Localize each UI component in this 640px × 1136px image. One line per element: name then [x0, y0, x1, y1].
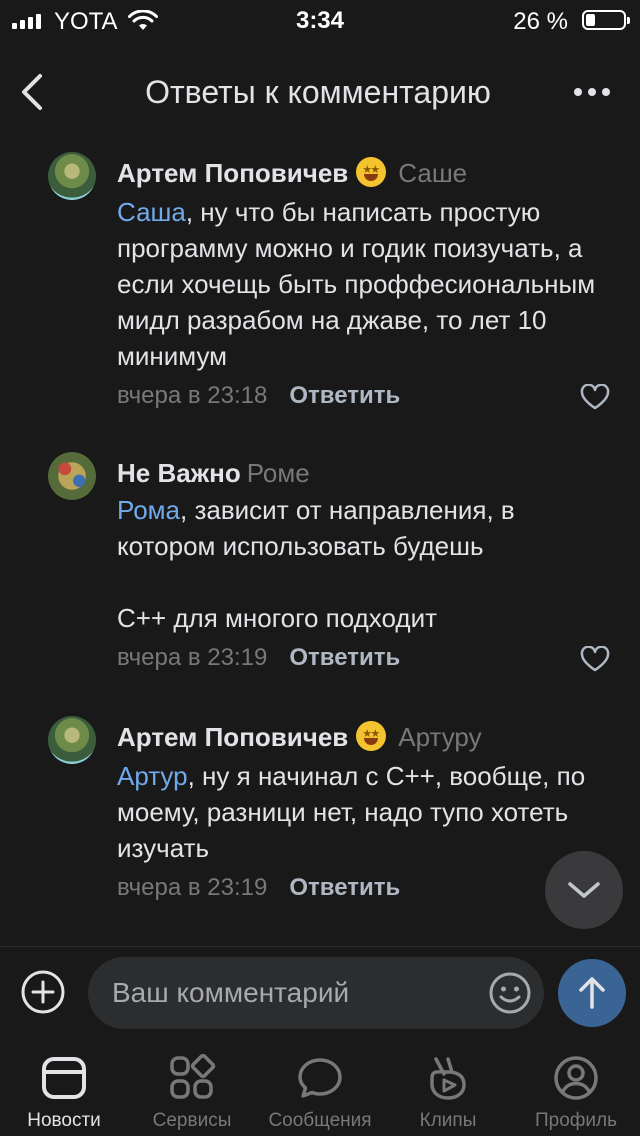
news-icon: [42, 1057, 86, 1099]
reply-button[interactable]: Ответить: [289, 382, 400, 409]
author-name[interactable]: Не Важно: [117, 458, 241, 488]
comment-input-wrapper: [88, 957, 544, 1029]
page-title: Ответы к комментарию: [145, 74, 491, 110]
tab-services[interactable]: Сервисы: [128, 1040, 256, 1136]
emoji-status-icon: [356, 157, 387, 187]
avatar[interactable]: [48, 716, 96, 764]
like-icon[interactable]: [580, 646, 610, 672]
tab-label: Сообщения: [268, 1110, 372, 1131]
arrow-up-icon: [579, 977, 605, 1009]
comment-meta: вчера в 23:19 Ответить: [117, 874, 400, 902]
tab-label: Клипы: [419, 1110, 477, 1131]
tab-messages[interactable]: Сообщения: [256, 1040, 384, 1136]
reply-to: Артуру: [398, 722, 482, 752]
mention-link[interactable]: Артур: [117, 761, 188, 791]
comment-text: Рома, зависит от направления, в котором …: [117, 495, 515, 561]
comment-meta: вчера в 23:18 Ответить: [117, 382, 400, 410]
comment-text-paragraph: С++ для многого подходит: [117, 603, 438, 633]
battery-icon: [582, 10, 630, 30]
reply-to: Роме: [246, 458, 310, 488]
comment-header: Не Важно Роме: [117, 458, 310, 489]
reply-to: Саше: [398, 158, 468, 188]
clips-icon: [430, 1057, 466, 1100]
comment-meta: вчера в 23:19 Ответить: [117, 644, 400, 672]
comment-date: вчера в 23:19: [117, 644, 268, 671]
avatar[interactable]: [48, 452, 96, 500]
profile-icon: [554, 1056, 598, 1100]
battery-level: [586, 14, 595, 26]
more-options-icon[interactable]: [574, 88, 610, 96]
like-icon[interactable]: [580, 384, 610, 410]
comment-text: Артур, ну я начинал с С++, вообще, по мо…: [117, 761, 586, 863]
tab-label: Профиль: [534, 1110, 618, 1131]
tab-profile[interactable]: Профиль: [512, 1040, 640, 1136]
emoji-icon[interactable]: [488, 971, 532, 1015]
tab-label: Новости: [27, 1110, 101, 1131]
mention-link[interactable]: Рома: [117, 495, 180, 525]
comment-header: Артем Поповичев Артуру: [117, 721, 482, 753]
avatar[interactable]: [48, 152, 96, 200]
messages-icon: [298, 1058, 342, 1098]
tab-news[interactable]: Новости: [0, 1040, 128, 1136]
comment-input[interactable]: [112, 957, 472, 1029]
comment-composer: [0, 946, 640, 1041]
mention-link[interactable]: Саша: [117, 197, 186, 227]
emoji-status-icon: [356, 721, 387, 751]
status-bar: YOTA 3:34 26 %: [0, 0, 640, 44]
tab-clips[interactable]: Клипы: [384, 1040, 512, 1136]
author-name[interactable]: Артем Поповичев: [117, 722, 348, 752]
add-attachment-icon[interactable]: [20, 969, 66, 1015]
comment-date: вчера в 23:19: [117, 874, 268, 901]
comment-text: Саша, ну что бы написать простую програм…: [117, 197, 596, 371]
tab-label: Сервисы: [152, 1110, 232, 1131]
author-name[interactable]: Артем Поповичев: [117, 158, 348, 188]
reply-button[interactable]: Ответить: [289, 874, 400, 901]
comment-date: вчера в 23:18: [117, 382, 268, 409]
tab-bar: Новости Сервисы Сообщения Клипы Профиль: [0, 1040, 640, 1136]
comment-header: Артем Поповичев Саше: [117, 157, 467, 189]
chevron-down-icon: [568, 882, 600, 898]
services-icon: [170, 1054, 216, 1099]
battery-percent: 26 %: [513, 8, 568, 35]
send-button[interactable]: [558, 959, 626, 1027]
scroll-down-button[interactable]: [545, 851, 623, 929]
nav-header: Ответы к комментарию: [0, 50, 640, 134]
reply-button[interactable]: Ответить: [289, 644, 400, 671]
